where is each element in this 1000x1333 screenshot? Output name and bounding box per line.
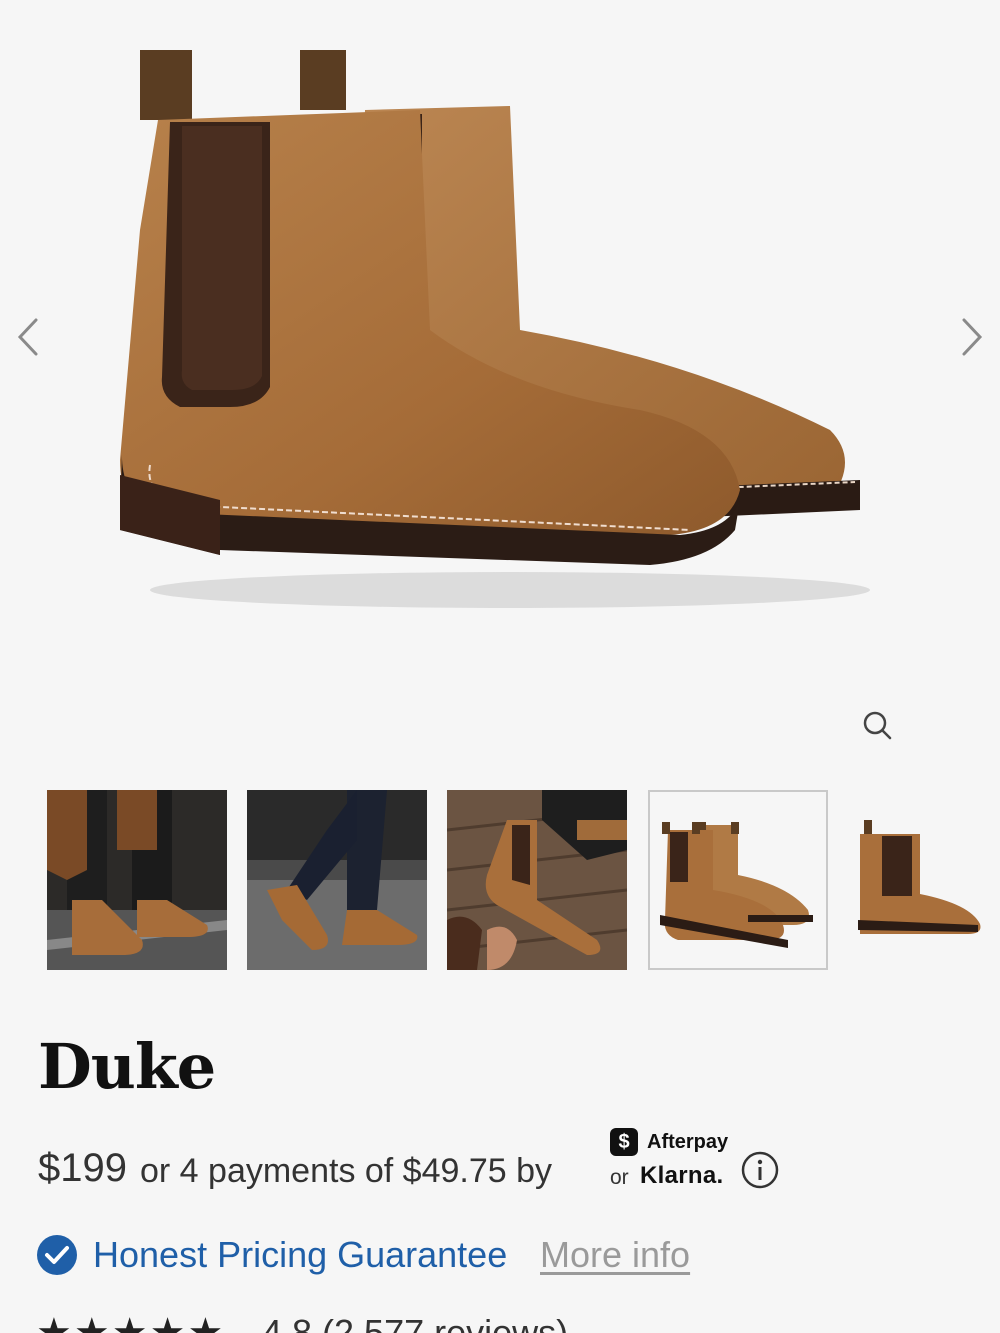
pricing-guarantee: Honest Pricing Guarantee More info — [36, 1230, 936, 1280]
thumbnail-lifestyle-holding-boot[interactable] — [447, 790, 627, 970]
product-title: Duke — [38, 1030, 216, 1103]
chevron-left-icon[interactable] — [8, 312, 48, 362]
info-icon[interactable] — [740, 1150, 780, 1190]
installment-text: or 4 payments of $49.75 by — [140, 1152, 553, 1190]
product-hero-gallery — [0, 0, 1000, 770]
or-label: or — [610, 1166, 629, 1189]
product-price: $199 — [38, 1146, 127, 1190]
afterpay-label: Afterpay — [647, 1131, 729, 1153]
rating-row[interactable]: ★★★★★ 4.8 (2,577 reviews) — [36, 1310, 936, 1333]
rating-summary: 4.8 (2,577 reviews) — [262, 1312, 569, 1333]
thumbnail-product-pair[interactable] — [648, 790, 828, 970]
thumbnail-strip — [0, 790, 1000, 970]
bnpl-providers[interactable]: $ Afterpay or Klarna. — [610, 1128, 740, 1198]
guarantee-label: Honest Pricing Guarantee — [93, 1234, 508, 1275]
chevron-right-icon[interactable] — [952, 312, 992, 362]
more-info-link[interactable]: More info — [540, 1234, 690, 1276]
magnifier-icon[interactable] — [858, 706, 898, 746]
product-page: Duke $199 or 4 payments of $49.75 by $ A… — [0, 0, 1000, 1333]
price-row: $199 or 4 payments of $49.75 by $ Afterp… — [38, 1128, 838, 1206]
afterpay-icon: $ — [610, 1128, 638, 1156]
check-circle-icon — [37, 1235, 77, 1275]
klarna-label: Klarna. — [640, 1162, 724, 1189]
product-main-image[interactable] — [90, 30, 890, 630]
thumbnail-lifestyle-walking[interactable] — [247, 790, 427, 970]
thumbnail-lifestyle-tying-boot[interactable] — [47, 790, 227, 970]
thumbnail-product-side[interactable] — [848, 790, 1000, 970]
star-rating-icon: ★★★★★ — [36, 1311, 226, 1333]
